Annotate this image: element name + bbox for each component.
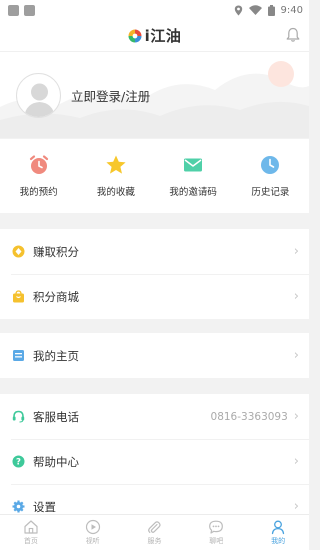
menu-row-points-mall[interactable]: 积分商城 ›	[0, 274, 309, 319]
default-avatar-icon	[24, 83, 55, 117]
app-header: i江油	[0, 20, 309, 52]
menu-row-customer-service[interactable]: 客服电话 0816-3363093 ›	[0, 394, 309, 439]
clock-icon	[261, 156, 280, 174]
support-group: 客服电话 0816-3363093 › ? 帮助中心 › 设置 ›	[0, 394, 309, 529]
tab-chat[interactable]: 聊吧	[185, 515, 247, 550]
menu-row-label: 赚取积分	[33, 244, 79, 259]
gear-icon	[11, 500, 25, 514]
points-group: 赚取积分 › 积分商城 ›	[0, 229, 309, 319]
chevron-right-icon: ›	[293, 499, 299, 514]
profile-section[interactable]: 立即登录/注册	[0, 52, 309, 138]
paperclip-icon	[148, 521, 162, 534]
app-logo: i江油	[128, 25, 182, 46]
quick-action-label: 我的邀请码	[169, 187, 217, 198]
tab-me[interactable]: 我的	[247, 515, 309, 550]
notification-icon	[24, 4, 35, 16]
tab-label: 首页	[23, 537, 38, 545]
shopping-bag-icon	[11, 290, 25, 304]
bottom-tab-bar: 首页 视听 服务 聊吧 我的	[0, 514, 309, 550]
login-register-link[interactable]: 立即登录/注册	[71, 86, 150, 105]
quick-action-label: 我的预约	[19, 187, 58, 198]
menu-row-label: 设置	[33, 499, 56, 514]
menu-row-help-center[interactable]: ? 帮助中心 ›	[0, 439, 309, 484]
menu-row-label: 帮助中心	[33, 454, 79, 469]
chevron-right-icon: ›	[293, 244, 299, 259]
quick-actions: 我的预约 我的收藏 我的邀请码 历史记录	[0, 139, 309, 213]
play-icon	[85, 519, 100, 535]
logo-mark-icon	[128, 29, 142, 42]
quick-action-history[interactable]: 历史记录	[232, 139, 309, 213]
star-icon	[106, 155, 126, 174]
status-bar: 9:40	[0, 0, 309, 20]
coin-icon	[11, 245, 25, 259]
quick-action-label: 我的收藏	[96, 187, 135, 198]
notification-icon	[8, 4, 19, 16]
tab-label: 服务	[147, 537, 162, 545]
headset-icon	[11, 410, 25, 424]
homepage-icon	[11, 349, 25, 363]
quick-action-invite-code[interactable]: 我的邀请码	[155, 139, 232, 213]
home-icon	[24, 520, 38, 534]
chevron-right-icon: ›	[293, 289, 299, 304]
menu-row-my-homepage[interactable]: 我的主页 ›	[0, 333, 309, 378]
wifi-icon	[248, 5, 262, 15]
chevron-right-icon: ›	[293, 348, 299, 363]
alarm-clock-icon	[29, 155, 48, 174]
bell-icon[interactable]	[286, 27, 300, 43]
avatar[interactable]	[16, 72, 61, 118]
homepage-group: 我的主页 ›	[0, 333, 309, 378]
tab-video[interactable]: 视听	[62, 515, 124, 550]
tab-label: 视听	[85, 537, 100, 545]
help-icon: ?	[11, 455, 25, 469]
app-name: i江油	[144, 27, 182, 45]
menu-row-earn-points[interactable]: 赚取积分 ›	[0, 229, 309, 274]
svg-text:?: ?	[16, 458, 21, 468]
tab-services[interactable]: 服务	[124, 515, 186, 550]
location-icon	[234, 5, 242, 15]
battery-icon	[267, 4, 275, 16]
person-icon	[271, 520, 285, 535]
app-root: 9:40 i江油 立即登录/注册 我的预约 我的收藏 我的邀请码 历史记录 赚取…	[0, 0, 309, 550]
envelope-icon	[184, 158, 203, 172]
service-phone-number[interactable]: 0816-3363093	[211, 411, 288, 423]
status-time: 9:40	[280, 4, 303, 16]
quick-action-label: 历史记录	[251, 187, 290, 198]
tab-home[interactable]: 首页	[0, 515, 62, 550]
tab-label: 我的	[271, 537, 286, 545]
menu-row-label: 积分商城	[33, 289, 79, 304]
status-right: 9:40	[234, 4, 303, 16]
menu-row-label: 我的主页	[33, 348, 79, 363]
notification-icons	[8, 4, 35, 16]
chevron-right-icon: ›	[293, 454, 299, 469]
tab-label: 聊吧	[209, 537, 224, 545]
quick-action-reservations[interactable]: 我的预约	[0, 139, 77, 213]
chat-icon	[209, 520, 224, 534]
chevron-right-icon: ›	[293, 409, 299, 424]
menu-row-label: 客服电话	[33, 409, 79, 424]
quick-action-favorites[interactable]: 我的收藏	[77, 139, 154, 213]
